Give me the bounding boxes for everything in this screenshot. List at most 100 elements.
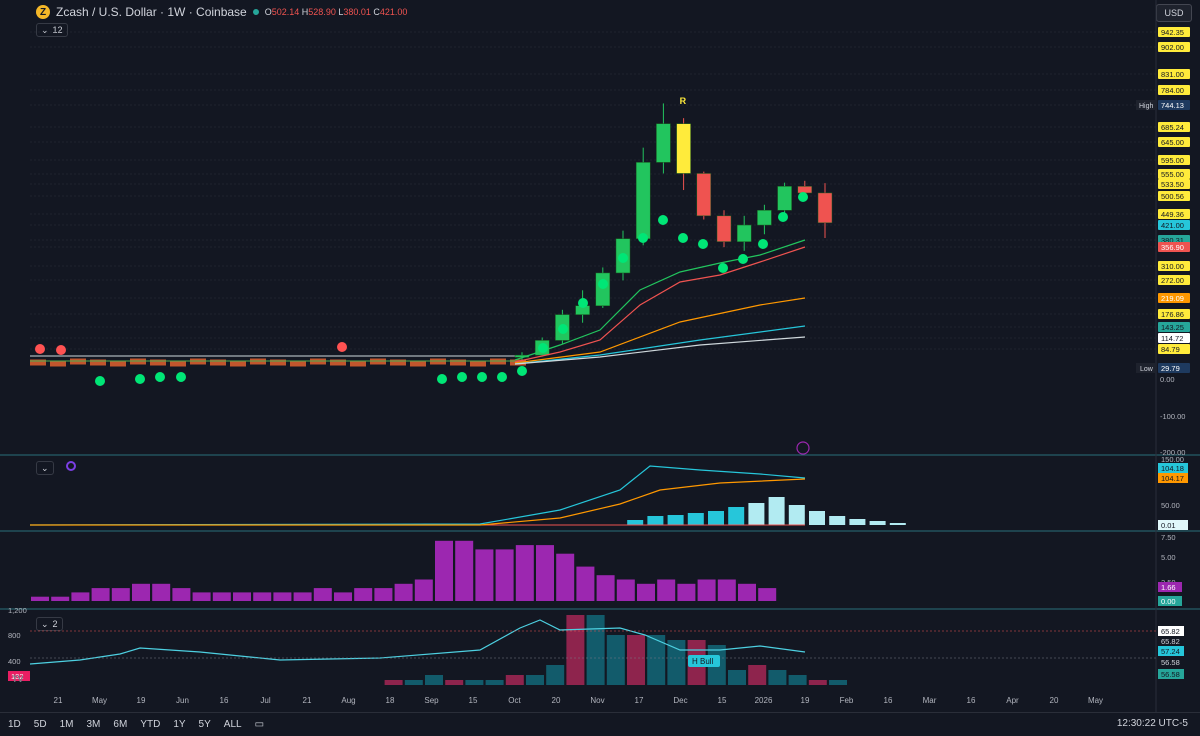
rsi-volume-bar [586,615,605,685]
sar-dot-bull [758,239,768,249]
volume-bar [152,583,171,601]
macd-axis-label: 104.17 [1161,474,1184,483]
price-tick-label: 533.50 [1161,180,1184,189]
rsi-volume-bar [425,675,443,685]
sar-dot-bull [477,372,487,382]
candle-body [696,173,712,217]
sar-dot-bull [778,212,788,222]
volume-bar [334,592,352,601]
candle-body [777,186,792,211]
vol-axis-label: 5.00 [1161,553,1176,562]
range-6m[interactable]: 6M [113,719,127,730]
time-axis-label: 19 [137,696,146,705]
volume-bar [536,545,554,601]
sar-dot-bull [698,239,708,249]
macd-axis-label: 50.00 [1161,501,1180,510]
volume-bar [758,588,777,601]
r-marker: R [680,96,687,106]
rsi-left-label: 1,200 [8,606,27,615]
volume-bar [273,592,292,601]
sar-dot-bull [155,372,165,382]
range-5d[interactable]: 5D [34,719,47,730]
price-tick-label: 310.00 [1161,262,1184,271]
sar-dot-bull [658,215,668,225]
rsi-volume-bar [566,615,585,685]
candle-body [676,123,691,174]
vol-axis-label: 1.66 [1161,583,1176,592]
time-axis-label: 19 [801,696,810,705]
sar-dot-bull [738,254,748,264]
candle-body [817,192,833,224]
price-tick-label: 595.00 [1161,156,1184,165]
range-5y[interactable]: 5Y [199,719,211,730]
time-axis-label: 17 [635,696,644,705]
rsi-axis-label: 65.82 [1161,627,1180,636]
time-axis-label: Jul [260,696,270,705]
time-axis-label: 16 [220,696,229,705]
price-tick-label: 84.79 [1161,345,1180,354]
macd-axis-label: 104.18 [1161,464,1184,473]
volume-bar [637,583,655,601]
ema-fast-line [514,239,806,361]
bottom-toolbar: 1D 5D 1M 3M 6M YTD 1Y 5Y ALL ▭ 12:30:22 … [0,712,1200,736]
price-tick-label: 942.35 [1161,28,1184,37]
price-band-segment [150,359,166,366]
high-label: High [1139,103,1154,110]
low-label: Low [1140,366,1154,373]
histogram-bar [849,519,866,525]
histogram-bar [748,503,765,525]
range-ytd[interactable]: YTD [140,719,160,730]
volume-bar [192,592,211,601]
range-1y[interactable]: 1Y [173,719,185,730]
rsi-left-label: 800 [8,631,21,640]
rsi-volume-bar [526,675,544,685]
volume-bar [233,592,251,601]
price-tick-label: 143.25 [1161,323,1184,332]
volume-bar [293,592,312,601]
rsi-volume-bar [445,680,464,685]
price-tick-label: 500.56 [1161,192,1184,201]
time-axis-label: Oct [508,696,521,705]
sar-dot-bull [437,374,447,384]
rsi-volume-bar [728,670,746,685]
sar-dot-bear [337,342,347,352]
range-1m[interactable]: 1M [60,719,74,730]
time-axis-label: Sep [424,696,439,705]
chart-window: Z Zcash / U.S. Dollar · 1W · Coinbase O5… [0,0,1200,735]
volume-bar [556,553,575,601]
time-axis-label: 21 [303,696,312,705]
time-axis-label: May [1088,696,1103,705]
volume-bar [717,579,736,601]
price-tick-label: 784.00 [1161,86,1184,95]
histogram-bar [708,511,724,525]
sar-dot-bull [618,253,628,263]
sar-dot-bull [578,298,588,308]
candle-body [656,123,671,163]
calendar-icon[interactable]: ▭ [255,719,264,730]
time-axis-label: Feb [840,696,854,705]
range-3m[interactable]: 3M [87,719,101,730]
sar-dot-bull [558,324,568,334]
volume-bar [414,579,433,601]
rsi-volume-bar [788,675,807,685]
histogram-bar [809,511,825,525]
sar-dot-bull [95,376,105,386]
range-1d[interactable]: 1D [8,719,21,730]
candle-body [635,162,651,239]
rsi-volume-bar [627,635,645,685]
time-axis-label: 21 [54,696,63,705]
price-tick-label: 219.09 [1161,294,1184,303]
volume-bar [475,549,494,601]
time-axis-label: Aug [341,696,355,705]
sar-dot-bull [798,192,808,202]
volume-bar [354,588,373,601]
volume-bar [374,588,393,601]
time-axis-label: 15 [718,696,727,705]
chart-canvas[interactable]: 942.35 902.00 831.00 784.00 744.13 685.24 645.… [0,0,1200,712]
time-axis-label: 16 [967,696,976,705]
sar-dot-bull [457,372,467,382]
volume-bar [435,540,453,601]
histogram-bar [728,507,745,525]
range-all[interactable]: ALL [224,719,242,730]
price-tick-label: 356.90 [1161,243,1184,252]
